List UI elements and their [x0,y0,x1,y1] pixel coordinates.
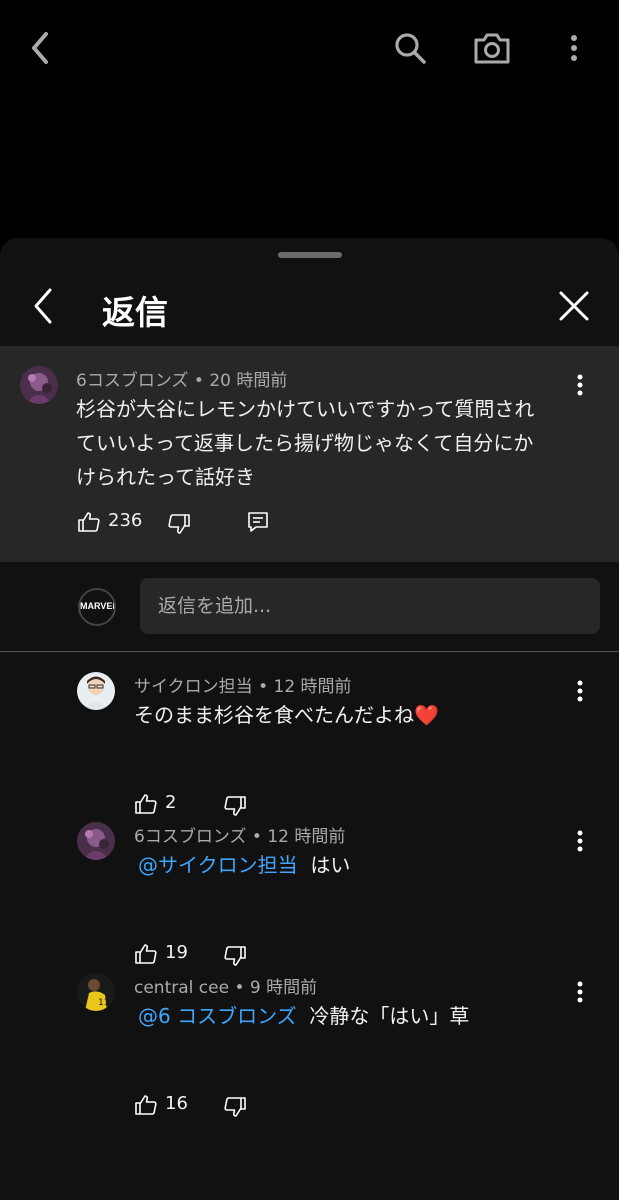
more-vertical-icon[interactable] [572,372,588,400]
comment-text: 杉谷が大谷にレモンかけていいですかって質問され ていいよって返事したら揚げ物じゃ… [76,397,535,489]
sheet-header: 返信 [0,266,619,346]
reply-item: 11 central cee • 9 時間前 @6 コスブロンズ 冷静な「はい」… [0,954,619,1117]
mention-link[interactable]: @サイクロン担当 [138,853,298,877]
reply-text: @サイクロン担当 はい [138,853,351,877]
reply-item: サイクロン担当 • 12 時間前 そのまま杉谷を食べたんだよね❤️ 2 [0,652,619,816]
reply-time: 9 時間前 [249,978,318,998]
reply-time: 12 時間前 [267,827,346,847]
comment-time: 20 時間前 [209,371,288,391]
avatar[interactable] [77,822,115,860]
top-bar [0,0,619,100]
chevron-left-icon[interactable] [22,28,62,68]
mention-link[interactable]: @6 コスブロンズ [138,1004,297,1028]
sheet-title: 返信 [102,293,168,332]
more-vertical-icon[interactable] [572,828,588,856]
avatar[interactable] [20,366,58,404]
original-comment: 6コスブロンズ • 20 時間前 杉谷が大谷にレモンかけていいですかって質問され… [0,346,619,562]
user-avatar[interactable]: MARVEL [78,588,116,626]
thumbs-up-icon[interactable] [134,1093,158,1117]
reply-author[interactable]: 6コスブロンズ [134,827,246,847]
thumbs-down-icon[interactable] [223,1095,247,1119]
drag-handle[interactable] [278,252,342,258]
thumbs-up-icon[interactable] [77,510,101,534]
avatar[interactable]: 11 [77,973,115,1011]
more-vertical-icon[interactable] [572,979,588,1007]
like-count: 236 [108,510,143,531]
reply-time: 12 時間前 [273,677,352,697]
close-icon[interactable] [556,286,592,326]
reply-input[interactable]: 返信を追加... [140,578,600,634]
reply-icon[interactable] [246,510,270,534]
reply-text: @6 コスブロンズ 冷静な「はい」草 [138,1004,470,1028]
avatar[interactable] [77,672,115,710]
like-count: 16 [165,1093,188,1114]
add-reply-bar: MARVEL 返信を追加... [0,562,619,652]
reply-author[interactable]: central cee [134,978,229,998]
comment-author[interactable]: 6コスブロンズ [76,371,188,391]
reply-text: そのまま杉谷を食べたんだよね❤️ [134,703,439,727]
svg-text:11: 11 [98,998,109,1008]
thumbs-down-icon[interactable] [167,512,191,536]
reply-item: 6コスブロンズ • 12 時間前 @サイクロン担当 はい 19 [0,803,619,966]
replies-sheet: 返信 6コスブロンズ • 20 時間前 杉谷が大谷にレモンかけていいですかって質… [0,238,619,1200]
more-vertical-icon[interactable] [572,678,588,706]
more-vertical-icon[interactable] [560,28,588,68]
camera-icon[interactable] [470,26,514,70]
reply-author[interactable]: サイクロン担当 [134,677,253,697]
search-icon[interactable] [390,28,430,68]
back-arrow-icon[interactable] [28,286,64,326]
